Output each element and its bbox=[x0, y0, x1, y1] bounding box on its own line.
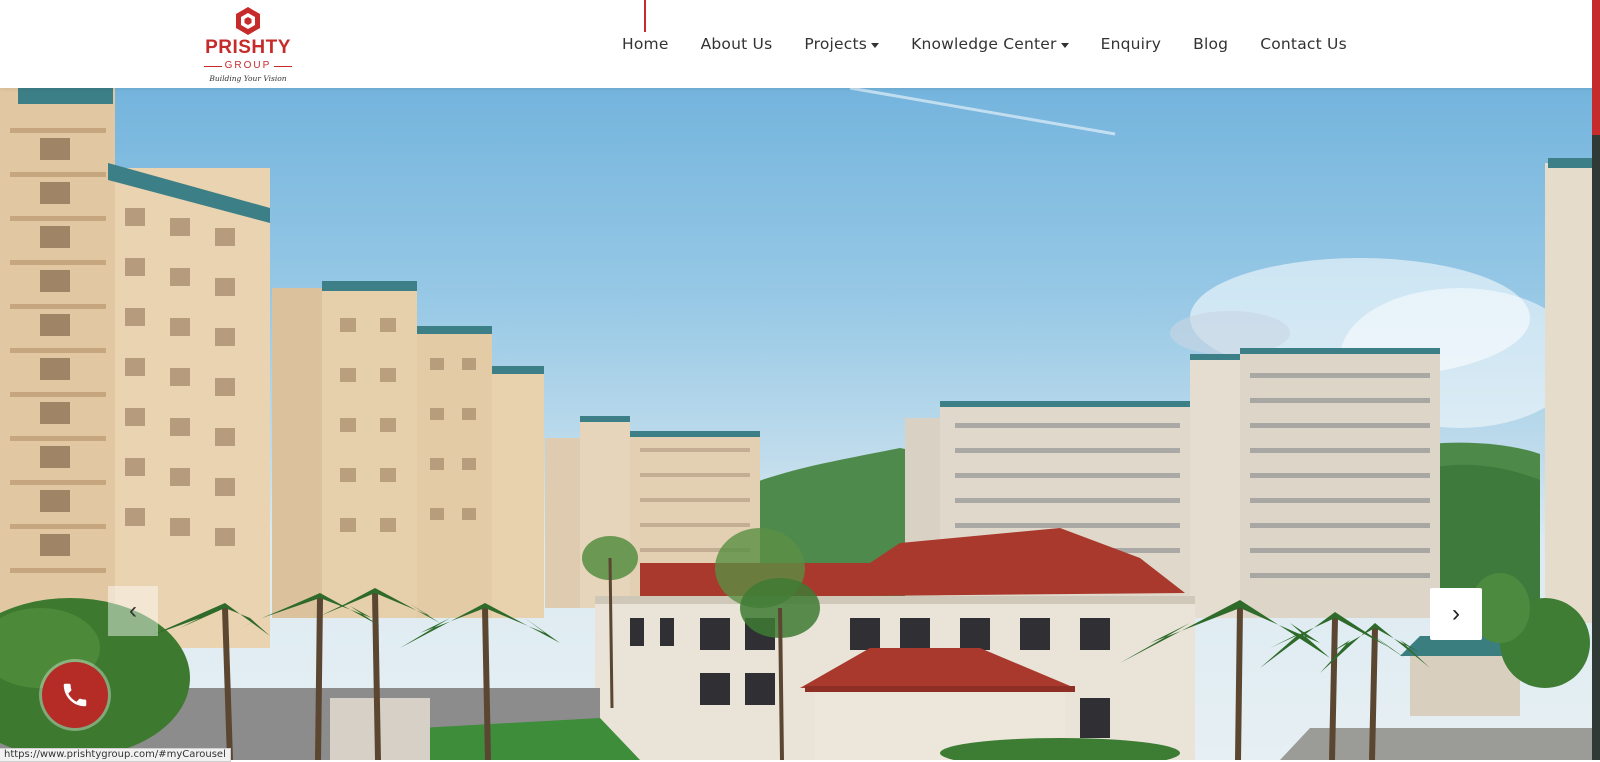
nav-enquiry[interactable]: Enquiry bbox=[1101, 0, 1162, 88]
nav-contact-us[interactable]: Contact Us bbox=[1260, 0, 1347, 88]
brand-group-row: GROUP bbox=[204, 60, 292, 72]
chevron-left-icon: ‹ bbox=[129, 597, 137, 624]
main-nav: Home About Us Projects Knowledge Center … bbox=[622, 0, 1347, 88]
nav-blog[interactable]: Blog bbox=[1193, 0, 1228, 88]
brand-tagline: Building Your Vision bbox=[209, 74, 287, 83]
active-indicator bbox=[644, 0, 647, 32]
caret-down-icon bbox=[871, 42, 880, 48]
nav-home[interactable]: Home bbox=[622, 0, 669, 88]
nav-about-us[interactable]: About Us bbox=[701, 0, 773, 88]
brand-name: PRISHTY bbox=[205, 37, 291, 58]
logo-hexagon-icon bbox=[236, 7, 260, 35]
scrollbar-thumb[interactable] bbox=[1592, 0, 1600, 135]
nav-knowledge-center-label: Knowledge Center bbox=[911, 35, 1057, 53]
nav-projects[interactable]: Projects bbox=[804, 0, 880, 88]
nav-contact-us-label: Contact Us bbox=[1260, 35, 1347, 53]
site-header: PRISHTY GROUP Building Your Vision Home … bbox=[0, 0, 1600, 88]
carousel-prev-button[interactable]: ‹ bbox=[108, 586, 158, 636]
call-button[interactable] bbox=[42, 662, 108, 728]
nav-projects-label: Projects bbox=[804, 35, 868, 53]
page-scrollbar[interactable] bbox=[1592, 0, 1600, 760]
chevron-right-icon: › bbox=[1452, 600, 1460, 627]
caret-down-icon bbox=[1060, 42, 1069, 48]
nav-about-us-label: About Us bbox=[700, 35, 773, 53]
phone-icon bbox=[63, 683, 87, 707]
hero-slide-image bbox=[0, 88, 1592, 760]
nav-knowledge-center[interactable]: Knowledge Center bbox=[911, 0, 1069, 88]
nav-blog-label: Blog bbox=[1193, 35, 1229, 53]
brand-logo[interactable]: PRISHTY GROUP Building Your Vision bbox=[200, 6, 296, 84]
nav-home-label: Home bbox=[622, 35, 669, 53]
hero-carousel: ‹ › bbox=[0, 88, 1592, 760]
logo-divider-right bbox=[274, 66, 292, 67]
carousel-next-button[interactable]: › bbox=[1430, 588, 1482, 640]
nav-enquiry-label: Enquiry bbox=[1100, 35, 1162, 53]
